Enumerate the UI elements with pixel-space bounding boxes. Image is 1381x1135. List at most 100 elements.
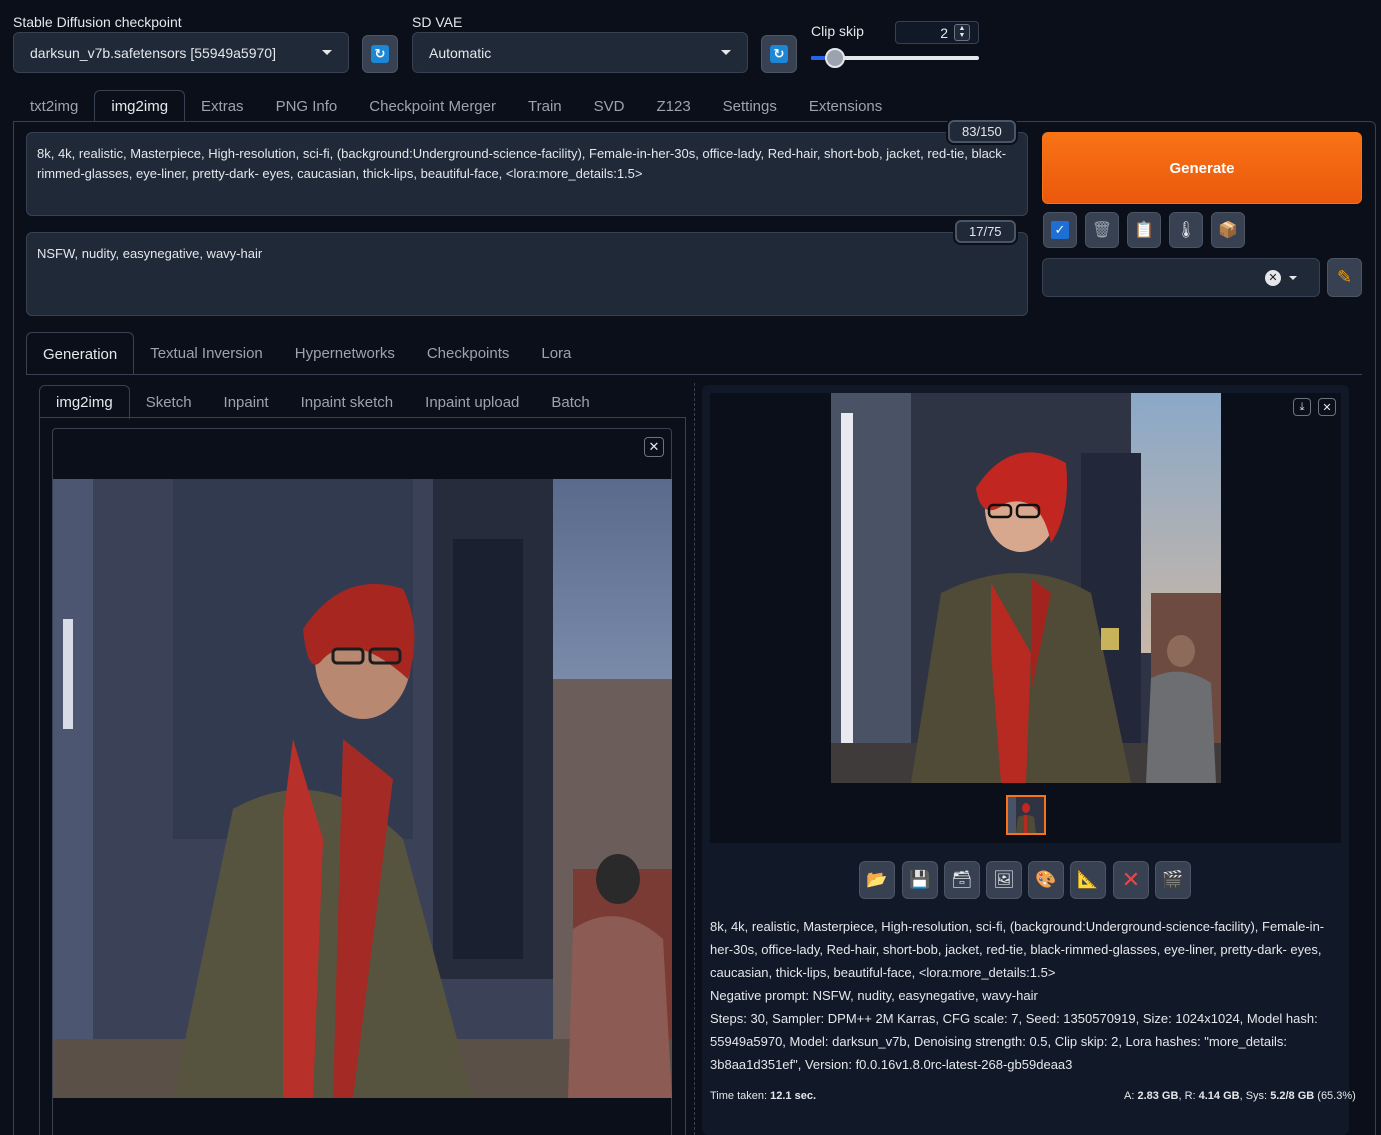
refresh-vae-button[interactable]: ↻: [761, 35, 797, 73]
clapper-icon: 🎬: [1162, 870, 1184, 889]
positive-token-counter: 83/150: [948, 120, 1016, 143]
checkmark-icon: ✓: [1051, 221, 1069, 239]
send-to-extras-button[interactable]: 📐: [1070, 861, 1106, 899]
tab-lora[interactable]: Lora: [525, 332, 587, 375]
close-icon[interactable]: ✕: [644, 437, 664, 457]
tab-sketch[interactable]: Sketch: [130, 386, 208, 419]
zip-button[interactable]: 🗃: [944, 861, 980, 899]
vram-usage: A: 2.83 GB, R: 4.14 GB, Sys: 5.2/8 GB (6…: [1124, 1090, 1356, 1102]
tab-inpaint-upload[interactable]: Inpaint upload: [409, 386, 535, 419]
time-value: 12.1 sec.: [770, 1090, 816, 1102]
palette-icon: 🎨: [1035, 870, 1057, 889]
vram-sys-label: Sys:: [1245, 1090, 1268, 1102]
positive-prompt-text: 8k, 4k, realistic, Masterpiece, High-res…: [37, 146, 1007, 181]
clip-skip-label: Clip skip: [811, 23, 864, 39]
info-line: her-30s, office-lady, Red-hair, short-bo…: [710, 942, 1322, 957]
download-icon[interactable]: ⤓: [1293, 398, 1311, 416]
vae-dropdown[interactable]: Automatic: [412, 32, 748, 73]
generate-button[interactable]: Generate: [1042, 132, 1362, 204]
tab-settings[interactable]: Settings: [707, 91, 793, 122]
triangle-ruler-icon: 📐: [1077, 870, 1099, 889]
output-image[interactable]: [831, 393, 1221, 783]
generation-info: 8k, 4k, realistic, Masterpiece, High-res…: [710, 915, 1342, 1076]
refresh-checkpoint-button[interactable]: ↻: [362, 35, 398, 73]
vram-r-label: R:: [1184, 1090, 1196, 1102]
vae-label: SD VAE: [412, 14, 463, 30]
clipboard-icon: 📋: [1134, 222, 1154, 239]
time-label: Time taken:: [710, 1090, 768, 1102]
styles-dropdown[interactable]: ✕: [1042, 258, 1320, 297]
tab-generation[interactable]: Generation: [26, 332, 135, 375]
thumbnail-illustration: [1008, 797, 1044, 833]
refresh-icon: ↻: [770, 45, 788, 63]
info-line: 3b8aa1d351ef", Version: f0.0.16v1.8.0rc-…: [710, 1057, 1073, 1072]
apply-styles-button[interactable]: 📦: [1211, 212, 1245, 248]
edit-styles-button[interactable]: ✎: [1327, 258, 1362, 297]
tab-img2img-input[interactable]: img2img: [39, 385, 130, 419]
tab-hypernetworks[interactable]: Hypernetworks: [279, 332, 411, 375]
input-image: [53, 479, 672, 1098]
checkpoint-label: Stable Diffusion checkpoint: [13, 14, 182, 30]
folder-icon: 📂: [866, 870, 888, 889]
info-line: 55949a5970, Model: darksun_v7b, Denoisin…: [710, 1034, 1287, 1049]
tab-txt2img[interactable]: txt2img: [14, 91, 94, 122]
column-divider: [694, 383, 695, 1135]
tab-svd[interactable]: SVD: [578, 91, 641, 122]
pencil-icon: ✎: [1336, 267, 1353, 287]
checkbox-tool-button[interactable]: ✓: [1043, 212, 1077, 248]
tab-extensions[interactable]: Extensions: [793, 91, 898, 122]
send-to-inpaint-button[interactable]: 🎨: [1028, 861, 1064, 899]
clip-skip-value: 2: [940, 24, 948, 41]
chevron-down-icon: [721, 50, 731, 55]
vram-a-value: 2.83 GB: [1137, 1090, 1179, 1102]
tab-batch[interactable]: Batch: [535, 386, 605, 419]
thumbnail-selected[interactable]: [1006, 795, 1046, 835]
negative-prompt-input[interactable]: NSFW, nudity, easynegative, wavy-hair: [26, 232, 1028, 316]
tab-img2img[interactable]: img2img: [94, 90, 186, 122]
info-line: 8k, 4k, realistic, Masterpiece, High-res…: [710, 919, 1325, 934]
refresh-icon: ↻: [371, 45, 389, 63]
open-folder-button[interactable]: 📂: [859, 861, 895, 899]
tab-inpaint-sketch[interactable]: Inpaint sketch: [285, 386, 410, 419]
tab-z123[interactable]: Z123: [640, 91, 706, 122]
tab-textual-inversion[interactable]: Textual Inversion: [134, 332, 279, 375]
slider-thumb[interactable]: [825, 48, 845, 68]
tab-train[interactable]: Train: [512, 91, 578, 122]
clear-prompt-button[interactable]: 🗑: [1085, 212, 1119, 248]
output-image-illustration: [831, 393, 1221, 783]
read-params-button[interactable]: 📋: [1127, 212, 1161, 248]
chevron-down-icon: [322, 50, 332, 55]
info-line: Steps: 30, Sampler: DPM++ 2M Karras, CFG…: [710, 1011, 1318, 1026]
vram-a-label: A:: [1124, 1090, 1135, 1102]
clip-skip-input[interactable]: 2 ▲ ▼: [895, 21, 979, 44]
box-icon: 📦: [1218, 222, 1238, 239]
save-button[interactable]: 💾: [902, 861, 938, 899]
tab-inpaint[interactable]: Inpaint: [208, 386, 285, 419]
vram-sys-pct: (65.3%): [1317, 1090, 1356, 1102]
stepper-icon[interactable]: ▲ ▼: [954, 24, 970, 41]
tab-png-info[interactable]: PNG Info: [260, 91, 354, 122]
negative-token-counter: 17/75: [955, 220, 1016, 243]
tab-checkpoint-merger[interactable]: Checkpoint Merger: [353, 91, 512, 122]
vae-value: Automatic: [429, 44, 492, 61]
time-taken: Time taken: 12.1 sec.: [710, 1090, 816, 1102]
trash-icon: 🗑: [1091, 222, 1113, 239]
tab-extras[interactable]: Extras: [185, 91, 260, 122]
checkpoint-dropdown[interactable]: darksun_v7b.safetensors [55949a5970]: [13, 32, 349, 73]
positive-prompt-input[interactable]: 8k, 4k, realistic, Masterpiece, High-res…: [26, 132, 1028, 216]
delete-button[interactable]: ✕: [1113, 861, 1149, 899]
send-to-svd-button[interactable]: 🎬: [1155, 861, 1191, 899]
send-to-img2img-button[interactable]: 🖼: [986, 861, 1022, 899]
chevron-down-icon: [1289, 276, 1297, 280]
vram-r-value: 4.14 GB: [1198, 1090, 1240, 1102]
close-icon[interactable]: ✕: [1318, 398, 1336, 416]
info-negative-line: Negative prompt: NSFW, nudity, easynegat…: [710, 988, 1038, 1003]
archive-icon: 🗃: [951, 870, 973, 889]
extra-networks-button[interactable]: 🌡: [1169, 212, 1203, 248]
tab-checkpoints[interactable]: Checkpoints: [411, 332, 526, 375]
red-x-icon: ✕: [1121, 867, 1141, 892]
checkpoint-value: darksun_v7b.safetensors [55949a5970]: [30, 44, 276, 61]
divider: [26, 374, 1362, 375]
picture-icon: 🖼: [993, 870, 1015, 889]
clear-icon[interactable]: ✕: [1265, 270, 1281, 286]
